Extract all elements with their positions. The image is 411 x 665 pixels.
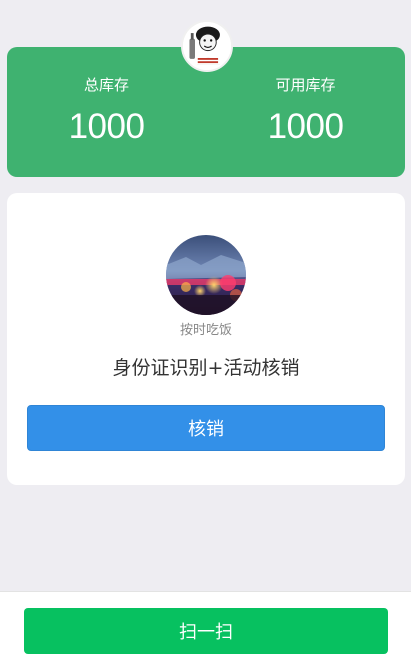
bottom-bar: 扫一扫 [0, 591, 411, 665]
event-card: 按时吃饭 身份证识别+活动核销 核销 [7, 193, 405, 485]
event-name: 按时吃饭 [179, 323, 232, 338]
meme-face-icon [183, 22, 231, 70]
total-stock-value: 1000 [68, 107, 145, 146]
available-stock-label: 可用库存 [275, 76, 336, 94]
user-avatar-icon[interactable] [181, 20, 233, 72]
available-stock-stat: 可用库存 1000 [206, 47, 405, 177]
event-title: 身份证识别+活动核销 [112, 357, 300, 379]
available-stock-value: 1000 [267, 107, 344, 146]
page: 总库存 1000 可用库存 1000 按时吃饭 身份证识别+活动核销 核销 扫一… [0, 0, 411, 665]
event-image-icon [166, 235, 246, 315]
night-lights-image [166, 235, 246, 315]
scan-button[interactable]: 扫一扫 [24, 608, 388, 654]
total-stock-label: 总库存 [83, 76, 129, 94]
total-stock-stat: 总库存 1000 [7, 47, 206, 177]
verify-button[interactable]: 核销 [27, 405, 385, 451]
